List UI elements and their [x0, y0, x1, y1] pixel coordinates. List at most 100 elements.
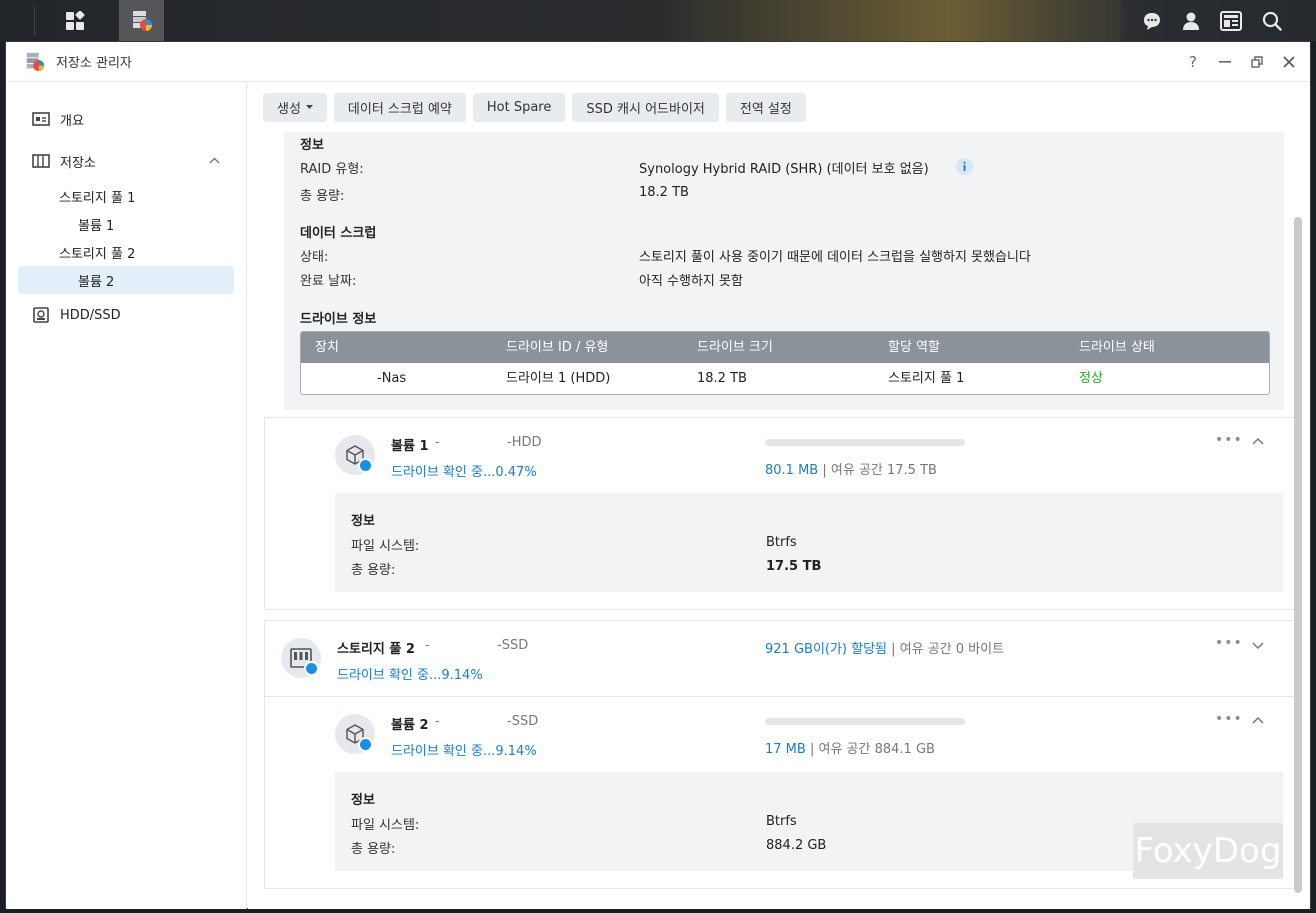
total-capacity-value: 884.2 GB [766, 838, 827, 853]
volume1-usage-bar [765, 439, 965, 446]
user-button[interactable] [1168, 0, 1213, 41]
volume1-free: 여유 공간 17.5 TB [830, 463, 937, 478]
pool2-icon-wrap [281, 638, 321, 678]
help-icon[interactable]: ? [1186, 53, 1200, 71]
toolbar: 생성 데이터 스크럽 예약 Hot Spare SSD 캐시 어드바이저 전역 … [248, 82, 1310, 132]
user-icon [1182, 12, 1199, 30]
pool2-separator: - [425, 638, 430, 653]
scrub-status-value: 스토리지 풀이 사용 중이기 때문에 데이터 스크럽을 실행하지 못했습니다 [639, 250, 1031, 265]
caret-down-icon [305, 105, 313, 109]
search-button[interactable] [1249, 0, 1294, 41]
drive-id-cell: 드라이브 1 (HDD) [506, 371, 611, 386]
sidebar-item-vol2[interactable]: 볼륨 2 [18, 266, 234, 294]
drive-table: 장치 드라이브 ID / 유형 드라이브 크기 할당 역할 드라이브 상태 -N… [300, 331, 1270, 395]
sidebar-item-label: 스토리지 풀 1 [59, 190, 136, 206]
info-heading: 정보 [300, 138, 324, 153]
completion-date-value: 아직 수행하지 못함 [639, 274, 743, 289]
filesystem-label: 파일 시스템: [351, 539, 420, 554]
main-content: 생성 데이터 스크럽 예약 Hot Spare SSD 캐시 어드바이저 전역 … [248, 82, 1310, 909]
more-icon[interactable]: ••• [1215, 711, 1243, 727]
close-icon[interactable] [1282, 55, 1296, 69]
volume2-usage-bar [765, 718, 965, 725]
grid-icon [65, 10, 85, 30]
sidebar-item-hddssd[interactable]: HDD/SSD [18, 301, 234, 329]
volume1-info-panel: 정보 파일 시스템: Btrfs 총 용량: 17.5 TB [335, 493, 1283, 592]
sidebar-item-label: HDD/SSD [60, 307, 121, 323]
chevron-down-icon[interactable] [1251, 640, 1265, 650]
main-menu-button[interactable] [52, 0, 97, 41]
minimize-icon[interactable] [1218, 55, 1232, 69]
filesystem-value: Btrfs [766, 535, 797, 550]
volume2-name: 볼륨 2 [391, 718, 429, 733]
status-cell: 정상 [1079, 371, 1103, 386]
volume1-card: 볼륨 1 - -HDD 드라이브 확인 중...0.47% 80.1 MB | … [264, 417, 1297, 610]
sidebar-item-label: 볼륨 2 [78, 274, 115, 290]
vertical-scrollbar[interactable] [1294, 217, 1302, 893]
drive-table-header: 장치 드라이브 ID / 유형 드라이브 크기 할당 역할 드라이브 상태 [301, 332, 1269, 363]
filesystem-label: 파일 시스템: [351, 818, 420, 833]
total-capacity-label: 총 용량: [351, 842, 396, 857]
window-titlebar[interactable]: 저장소 관리자 ? [6, 42, 1310, 82]
pool2-allocation: 921 GB이(가) 할당됨 | 여유 공간 0 바이트 [765, 638, 1004, 657]
storage-scroll-area[interactable]: 정보 RAID 유형: Synology Hybrid RAID (SHR) (… [248, 132, 1310, 909]
column-header: 드라이브 ID / 유형 [506, 340, 609, 355]
restore-icon[interactable] [1250, 55, 1264, 69]
volume2-usage: 17 MB | 여유 공간 884.1 GB [765, 738, 935, 757]
global-settings-button[interactable]: 전역 설정 [725, 92, 806, 122]
create-button[interactable]: 생성 [263, 92, 327, 122]
sidebar-item-pool1[interactable]: 스토리지 풀 1 [18, 182, 234, 210]
data-scrub-heading: 데이터 스크럽 [300, 226, 377, 241]
chevron-up-icon[interactable] [1251, 715, 1265, 725]
create-label: 생성 [277, 101, 301, 117]
sidebar-item-overview[interactable]: 개요 [18, 105, 234, 133]
sync-icon [304, 661, 319, 676]
volume2-status[interactable]: 드라이브 확인 중...9.14% [391, 740, 537, 759]
pool2-card: 스토리지 풀 2 - -SSD 드라이브 확인 중...9.14% 921 GB… [264, 620, 1297, 697]
column-header: 할당 역할 [888, 340, 940, 355]
info-icon[interactable] [956, 158, 973, 175]
info-heading: 정보 [351, 793, 375, 808]
sidebar-item-pool2[interactable]: 스토리지 풀 2 [18, 238, 234, 266]
more-icon[interactable]: ••• [1215, 432, 1243, 448]
raid-type-label: RAID 유형: [300, 162, 364, 177]
hot-spare-button[interactable]: Hot Spare [472, 92, 566, 122]
pool2-name: 스토리지 풀 2 [337, 642, 415, 657]
disk-icon [33, 307, 49, 323]
device-cell: -Nas [377, 371, 407, 386]
volume1-usage: 80.1 MB | 여유 공간 17.5 TB [765, 459, 937, 478]
chevron-up-icon[interactable] [1251, 436, 1265, 446]
volume2-type: -SSD [507, 714, 539, 729]
window-title: 저장소 관리자 [56, 56, 132, 71]
volume2-used: 17 MB [765, 742, 806, 757]
table-row[interactable]: -Nas 드라이브 1 (HDD) 18.2 TB 스토리지 풀 1 정상 [301, 363, 1269, 394]
pool2-status[interactable]: 드라이브 확인 중...9.14% [337, 664, 483, 683]
drive-info-heading: 드라이브 정보 [300, 312, 377, 327]
chevron-up-icon[interactable] [209, 157, 220, 164]
sidebar-item-vol1[interactable]: 볼륨 1 [18, 210, 234, 238]
more-icon[interactable]: ••• [1215, 635, 1243, 651]
volume2-divider: | [809, 742, 815, 757]
widgets-button[interactable] [1208, 0, 1253, 41]
pool2-allocated: 921 GB이(가) 할당됨 [765, 642, 888, 657]
total-capacity-label: 총 용량: [300, 189, 345, 204]
sidebar-item-label: 개요 [60, 113, 84, 129]
volume1-status[interactable]: 드라이브 확인 중...0.47% [391, 461, 537, 480]
chat-icon [1143, 12, 1160, 30]
volume1-separator: - [435, 435, 440, 450]
pool2-type: -SSD [497, 638, 529, 653]
storage-manager-taskbar-button[interactable] [119, 0, 164, 41]
sidebar-item-label: 저장소 [60, 155, 96, 171]
sidebar: 개요 저장소 스토리지 풀 1 볼륨 1 스토리지 풀 2 볼륨 2 HDD/S… [6, 82, 247, 909]
drive-size-cell: 18.2 TB [697, 371, 747, 386]
column-header: 장치 [315, 340, 339, 355]
ssd-advisor-button[interactable]: SSD 캐시 어드바이저 [572, 92, 719, 122]
column-header: 드라이브 상태 [1079, 340, 1155, 355]
volume2-free: 여유 공간 884.1 GB [818, 742, 935, 757]
watermark: FoxyDog [1133, 823, 1283, 879]
scrub-status-label: 상태: [300, 250, 329, 265]
scrub-schedule-button[interactable]: 데이터 스크럽 예약 [333, 92, 466, 122]
sidebar-item-storage[interactable]: 저장소 [18, 147, 234, 175]
total-capacity-value: 18.2 TB [639, 185, 689, 200]
search-icon [1262, 11, 1282, 31]
storage-manager-window: 저장소 관리자 ? 개요 저장소 스토리지 풀 1 볼륨 1 스토리지 풀 2 … [5, 41, 1311, 909]
